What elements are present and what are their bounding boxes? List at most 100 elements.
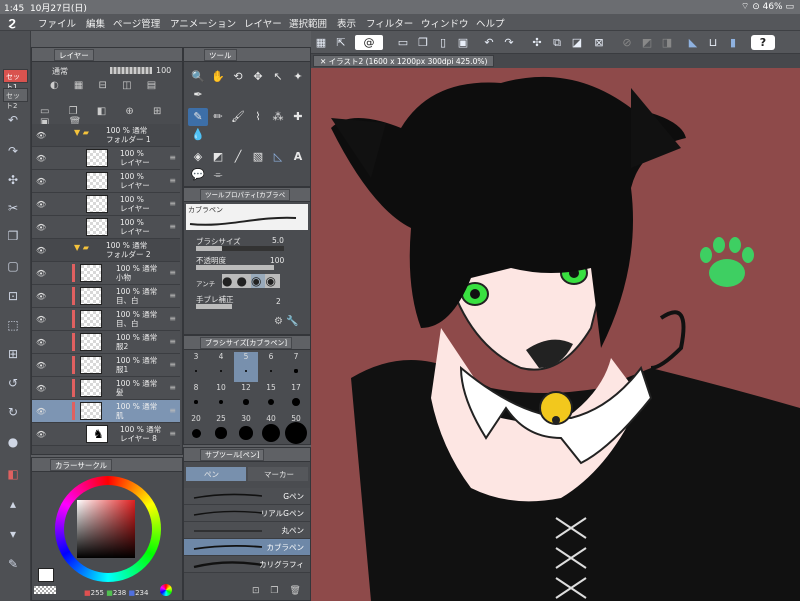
save-icon[interactable]: ▯ [435,35,451,50]
menu-window[interactable]: ウィンドウ [421,16,469,30]
menu-file[interactable]: ファイル [38,16,76,30]
rotate-view-icon[interactable]: ⟲ [228,68,248,86]
brush-size-option[interactable]: 5 [234,352,258,382]
menu-selection[interactable]: 選択範囲 [289,16,327,30]
brush-size-option[interactable]: 50 [284,414,308,444]
record-icon[interactable]: ◧ [6,467,20,481]
sub-tool-actions[interactable]: ⊡ ❐ 🗑 [252,586,305,596]
layer-options-row[interactable]: ◐ ▦ ⊟ ◫ ▤ [50,80,180,94]
airbrush-icon[interactable]: ⌇ [248,108,268,126]
help-icon[interactable]: ? [751,35,775,50]
layer2-icon[interactable]: ◨ [659,35,675,50]
brush-size-slider[interactable] [196,246,284,251]
scissors-icon[interactable]: ✂ [6,201,20,215]
redo-icon[interactable]: ↷ [501,35,517,50]
layer-row-selected[interactable]: 👁 100 % 通常肌 ≡ [32,400,180,423]
drawing-canvas[interactable] [311,68,800,601]
layer-row[interactable]: 👁 ♞ 100 % 通常 レイヤー 8 ≡ [32,423,180,446]
set1-button[interactable]: セット1 [3,69,28,91]
tab-marker[interactable]: マーカー [248,467,308,481]
app-logo-icon[interactable]: ϩ [8,15,16,29]
opacity-slider[interactable] [110,67,152,74]
eyedropper-tool-icon[interactable]: ✒ [188,86,208,104]
antialias-options[interactable]: ●●◉◉ [222,274,306,290]
pen-tool-icon[interactable]: ✎ [188,108,208,126]
brush-size-option[interactable]: 4 [209,352,233,382]
tab-tool[interactable]: ツール [204,49,237,61]
pencil-icon[interactable]: ✏ [208,108,228,126]
brush-size-option[interactable]: 17 [284,383,308,413]
text-icon[interactable]: A [288,148,308,166]
tab-layer[interactable]: レイヤー [54,49,94,61]
menu-help[interactable]: ヘルプ [476,16,505,30]
tab-sub-tool[interactable]: サブツール[ペン] [200,449,265,461]
blend-mode-select[interactable]: 通常 [52,66,68,77]
brush-size-option[interactable]: 15 [259,383,283,413]
pen-pressure-icon[interactable]: ▮ [725,35,741,50]
brush-size-option[interactable]: 40 [259,414,283,444]
new-icon[interactable]: ▭ [395,35,411,50]
move-icon[interactable]: ✥ [248,68,268,86]
layer-folder-1[interactable]: 👁 ▼ ▰ 100 % 通常 フォルダー 1 [32,124,180,147]
eyedropper-icon[interactable]: ✎ [6,557,20,571]
zoom-icon[interactable]: 🔍 [188,68,208,86]
up-arrow-icon[interactable]: ▴ [6,497,20,511]
blend-icon[interactable]: ✚ [288,108,308,126]
brush-size-option[interactable]: 25 [209,414,233,444]
transform-icon[interactable]: ⊡ [6,289,20,303]
layer-row[interactable]: 👁 100 % レイヤー ≡ [32,193,180,216]
tab-tool-property[interactable]: ツールプロパティ[カブラペ [200,189,291,201]
layer-icon[interactable]: ◩ [639,35,655,50]
saturation-square[interactable] [77,500,135,558]
marker-icon[interactable]: ✦ [288,68,308,86]
sub-tool-item-selected[interactable]: カブラペン [184,539,310,556]
transform-icon[interactable]: ⧉ [549,35,565,50]
redo-icon[interactable]: ↷ [6,144,20,158]
frame-icon[interactable]: ▧ [248,148,268,166]
tab-pen[interactable]: ペン [186,467,246,481]
layer-row[interactable]: 👁 100 % 通常 目、白 ≡ [32,308,180,331]
sub-tool-item[interactable]: カリグラフィ [184,556,310,573]
stabilization-slider[interactable] [196,304,232,309]
snap-icon[interactable]: ⊔ [705,35,721,50]
sub-tool-item[interactable]: リアルGペン [184,505,310,522]
layer-row[interactable]: 👁 100 % レイヤー ≡ [32,216,180,239]
tab-brush-size[interactable]: ブラシサイズ[カブラペン] [200,337,293,349]
copy-icon[interactable]: ❐ [6,229,20,243]
layer-row[interactable]: 👁 100 % 通常 服2 ≡ [32,331,180,354]
brush-size-option[interactable]: 6 [259,352,283,382]
open-icon[interactable]: ❐ [415,35,431,50]
layer-folder-2[interactable]: 👁 ▼ ▰ 100 % 通常 フォルダー 2 [32,239,180,262]
brush-size-option[interactable]: 10 [209,383,233,413]
layer-row[interactable]: 👁 100 % 通常 小物 ≡ [32,262,180,285]
document-tab[interactable]: ✕ イラスト2 (1600 x 1200px 300dpi 425.0%) [313,55,495,67]
menu-filter[interactable]: フィルター [366,16,413,30]
main-color-swatch[interactable] [38,568,54,582]
hand-icon[interactable]: ✋ [208,68,228,86]
tab-color-circle[interactable]: カラーサークル [50,459,113,471]
menu-edit[interactable]: 編集 [86,16,105,30]
edit-icon[interactable]: ⊘ [619,35,635,50]
balloon-icon[interactable]: 💬 [188,166,208,184]
circle-icon[interactable]: ● [6,435,20,449]
eraser-icon[interactable]: ◈ [188,148,208,166]
menu-view[interactable]: 表示 [337,16,356,30]
layer-actions-row[interactable]: ▭ ❐ ◧ ⊕ ⊞ ▣ 🗑 [40,106,180,128]
menu-animation[interactable]: アニメーション [170,16,236,30]
brush-size-option[interactable]: 8 [184,383,208,413]
settings-icon[interactable]: ⚙ 🔧 [274,316,299,327]
layer-row[interactable]: 👁 100 % 通常髪 ≡ [32,377,180,400]
opacity-slider[interactable] [196,265,274,270]
brush-size-option[interactable]: 3 [184,352,208,382]
brush-size-option[interactable]: 20 [184,414,208,444]
selection-icon[interactable]: ⬚ [6,318,20,332]
grid-view-icon[interactable]: ▦ [313,35,329,50]
export-icon[interactable]: ⇱ [333,35,349,50]
layer-row[interactable]: 👁 100 % レイヤー ≡ [32,170,180,193]
clear-icon[interactable]: ▢ [6,259,20,273]
ruler-icon[interactable]: ◺ [268,148,288,166]
layer-row[interactable]: 👁 100 % レイヤー ≡ [32,147,180,170]
line-icon[interactable]: ╱ [228,148,248,166]
deselect-icon[interactable]: ✣ [529,35,545,50]
undo-icon[interactable]: ↶ [481,35,497,50]
